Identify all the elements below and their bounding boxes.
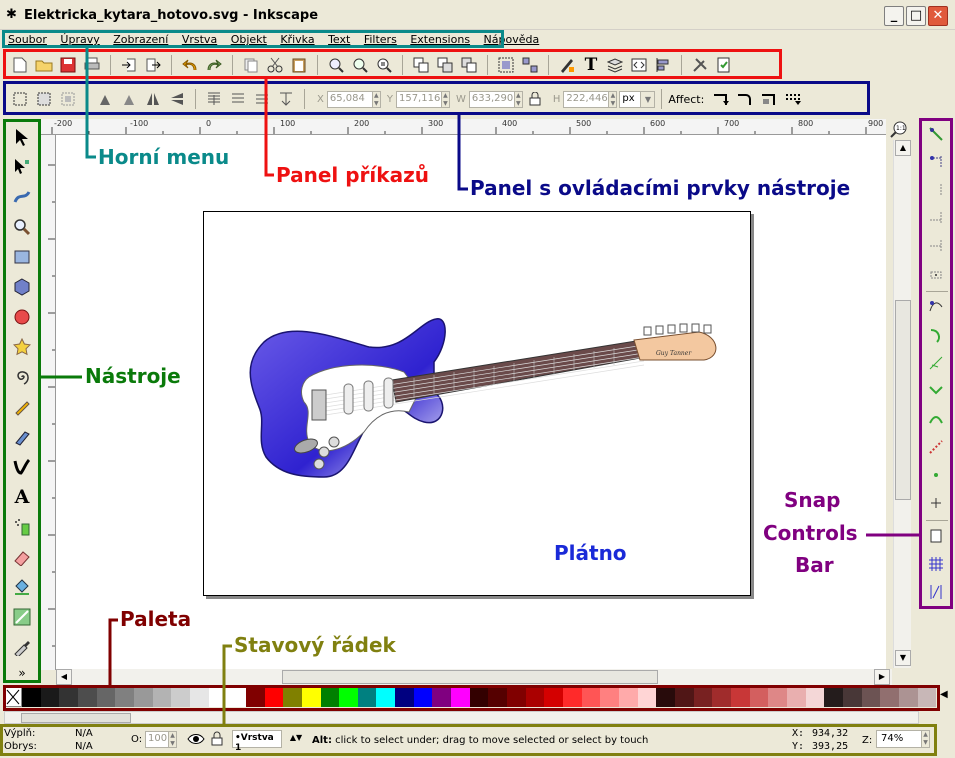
annotation-status: Stavový řádek: [234, 633, 396, 657]
scroll-down-button[interactable]: ▼: [895, 650, 911, 666]
tools-highlight-box: [3, 119, 41, 683]
title-bar: ✱ Elektricka_kytara_hotovo.svg - Inkscap…: [0, 0, 955, 30]
palette-menu-arrow-icon[interactable]: ◀: [940, 689, 948, 700]
window-title: Elektricka_kytara_hotovo.svg - Inkscape: [24, 8, 319, 23]
horizontal-scrollbar[interactable]: ◀ ▶: [56, 669, 892, 685]
scroll-right-button[interactable]: ▶: [874, 669, 890, 685]
guitar-knob: [328, 436, 340, 448]
guitar-pickup: [363, 380, 374, 412]
status-highlight-box: [0, 724, 937, 756]
zoom-1-1-icon: 1:1: [890, 121, 907, 138]
annotation-snap-line2: Controls: [763, 521, 858, 545]
headstock-logo: Guy Tanner: [656, 350, 692, 357]
scroll-thumb[interactable]: [895, 300, 911, 500]
annotation-tools: Nástroje: [85, 364, 181, 388]
annotation-commands: Panel příkazů: [276, 163, 429, 187]
scroll-up-button[interactable]: ▲: [895, 140, 911, 156]
tool-controls-highlight-box: [3, 81, 870, 115]
guitar-knob: [318, 446, 330, 458]
guitar-pickup: [383, 377, 394, 409]
annotation-palette: Paleta: [120, 607, 192, 631]
annotation-snap-line3: Bar: [795, 553, 834, 577]
page[interactable]: Guy Tanner: [203, 211, 751, 596]
ruler-ticks: [48, 164, 55, 647]
annotation-snap-line1: Snap: [784, 488, 841, 512]
palette-scroll-thumb[interactable]: [21, 713, 131, 723]
palette-scrollbar[interactable]: [4, 711, 919, 724]
annotation-menu: Horní menu: [98, 145, 230, 169]
maximize-button[interactable]: □: [906, 6, 926, 26]
guitar-knob: [313, 458, 325, 470]
scroll-left-button[interactable]: ◀: [56, 669, 72, 685]
ruler-ticks: [51, 127, 867, 134]
snap-highlight-box: [919, 118, 953, 609]
menu-highlight-box: [2, 30, 504, 48]
horizontal-ruler[interactable]: -200 -100 0 100 200 300 400 500 600 700 …: [40, 119, 886, 135]
inkscape-logo-icon: ✱: [6, 7, 17, 22]
canvas[interactable]: Guy Tanner: [56, 135, 886, 670]
guitar-drawing[interactable]: Guy Tanner: [204, 212, 752, 597]
minimize-button[interactable]: _: [884, 6, 904, 26]
annotation-canvas: Plátno: [554, 541, 627, 565]
annotation-tool-controls: Panel s ovládacími prvky nástroje: [470, 176, 851, 200]
svg-text:1:1: 1:1: [896, 125, 906, 132]
vertical-scrollbar[interactable]: ▲ ▼: [893, 140, 911, 668]
zoom-1-1-button[interactable]: 1:1: [888, 119, 912, 139]
scroll-thumb[interactable]: [282, 670, 658, 684]
commands-highlight-box: [3, 49, 782, 79]
guitar-bridge: [311, 389, 327, 421]
close-button[interactable]: ✕: [928, 6, 948, 26]
palette-highlight-box: [3, 685, 940, 711]
guitar-pickup: [343, 383, 354, 415]
vertical-ruler[interactable]: [40, 135, 56, 670]
